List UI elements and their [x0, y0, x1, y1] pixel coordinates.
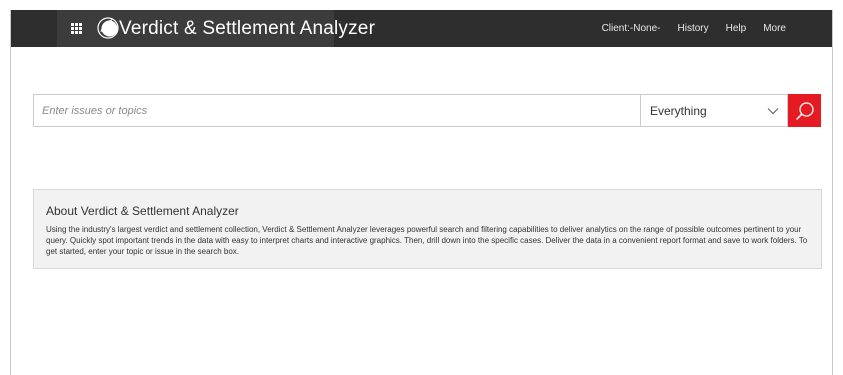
nav-client[interactable]: Client:-None-	[602, 23, 661, 34]
scope-select[interactable]: Everything	[640, 94, 788, 127]
search-icon	[795, 101, 814, 120]
app-title: Verdict & Settlement Analyzer	[119, 18, 376, 39]
about-panel: About Verdict & Settlement Analyzer Usin…	[33, 189, 822, 269]
about-title: About Verdict & Settlement Analyzer	[46, 204, 239, 218]
search-input[interactable]	[33, 94, 640, 127]
scope-select-value: Everything	[650, 103, 707, 118]
top-nav: Client:-None- History Help More	[585, 10, 786, 47]
app-menu-button[interactable]	[57, 10, 95, 47]
logo-icon	[97, 17, 119, 39]
grid-icon	[70, 23, 82, 34]
chevron-down-icon	[767, 107, 779, 114]
nav-more[interactable]: More	[763, 23, 786, 34]
nav-history[interactable]: History	[678, 23, 709, 34]
search-button[interactable]	[788, 94, 821, 127]
about-body: Using the industry's largest verdict and…	[46, 225, 808, 256]
app-frame: Verdict & Settlement Analyzer Client:-No…	[10, 10, 833, 375]
nav-help[interactable]: Help	[726, 23, 747, 34]
search-bar: Everything	[33, 94, 821, 127]
top-bar: Verdict & Settlement Analyzer Client:-No…	[11, 10, 832, 47]
